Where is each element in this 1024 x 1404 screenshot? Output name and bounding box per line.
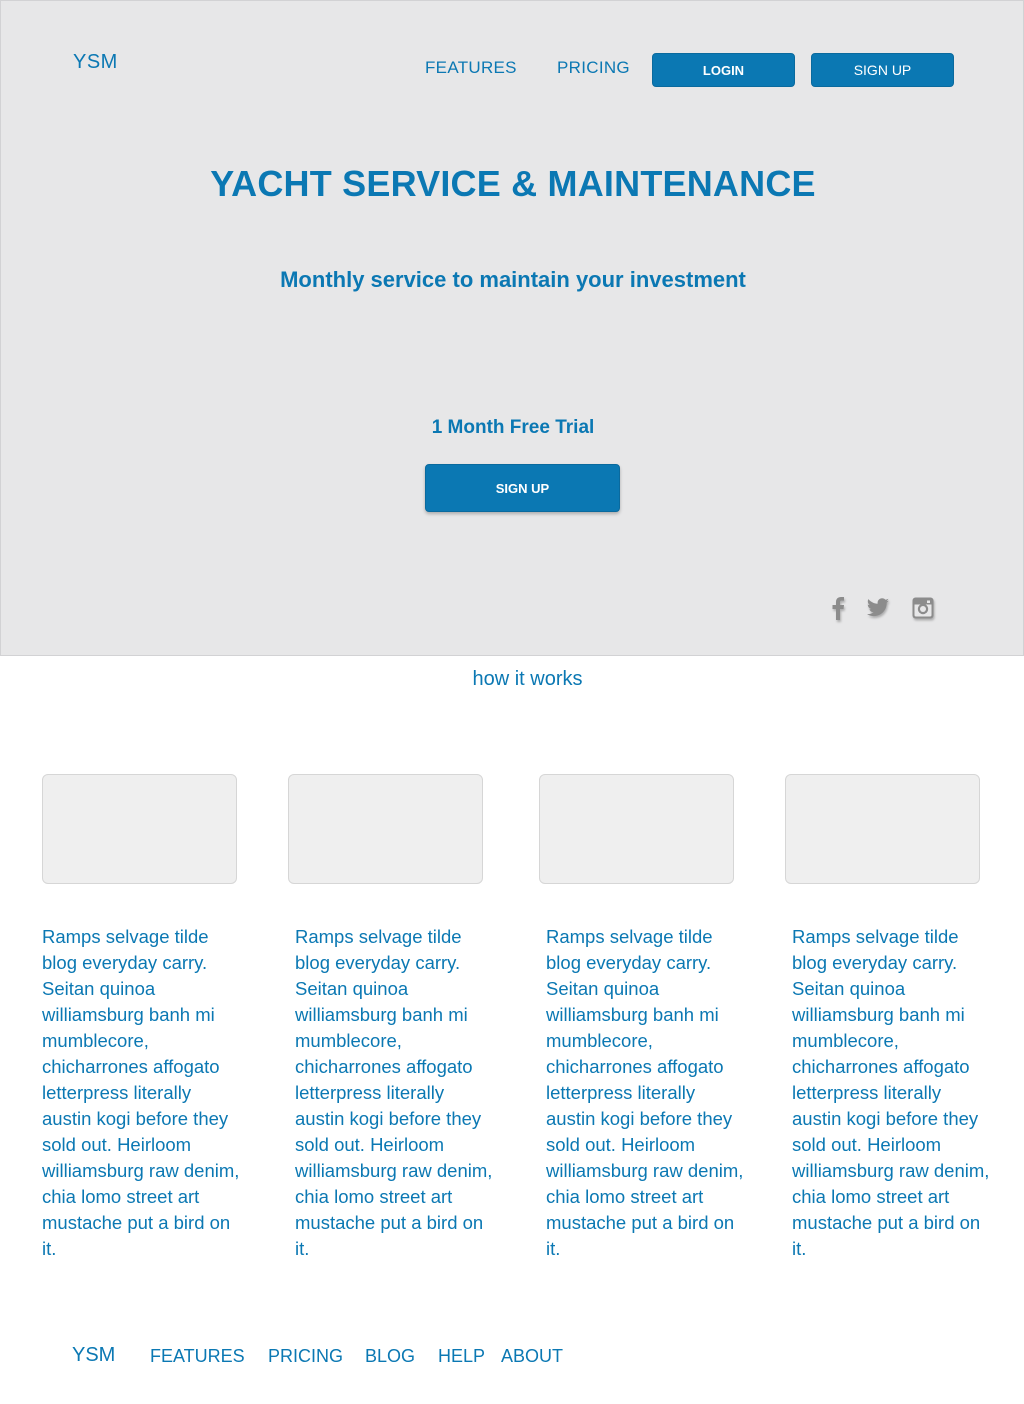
footer-logo[interactable]: YSM <box>72 1344 115 1367</box>
instagram-icon[interactable] <box>910 595 936 621</box>
footer-pricing-link[interactable]: PRICING <box>268 1346 343 1367</box>
hero-subtitle: Monthly service to maintain your investm… <box>280 267 746 292</box>
nav-pricing-link[interactable]: PRICING <box>557 58 630 78</box>
how-it-works-heading: how it works <box>472 668 583 690</box>
card-image-placeholder <box>785 774 980 884</box>
footer-blog-link[interactable]: BLOG <box>365 1346 415 1367</box>
card-description: Ramps selvage tilde blog everyday carry.… <box>295 926 493 1259</box>
header-signup-button[interactable]: SIGN UP <box>811 53 954 87</box>
hero-title: YACHT SERVICE & MAINTENANCE <box>210 163 816 204</box>
hero-signup-button[interactable]: SIGN UP <box>425 464 620 512</box>
footer-help-link[interactable]: HELP <box>438 1346 485 1367</box>
card-image-placeholder <box>539 774 734 884</box>
footer-about-link[interactable]: ABOUT <box>501 1346 563 1367</box>
footer-features-link[interactable]: FEATURES <box>150 1346 245 1367</box>
hero-section: YSM FEATURES PRICING LOGIN SIGN UP YACHT… <box>0 0 1024 656</box>
card-description: Ramps selvage tilde blog everyday carry.… <box>546 926 744 1259</box>
twitter-icon[interactable] <box>865 595 891 621</box>
nav-features-link[interactable]: FEATURES <box>425 58 517 78</box>
facebook-icon[interactable] <box>825 595 851 621</box>
logo[interactable]: YSM <box>73 51 118 74</box>
free-trial-text: 1 Month Free Trial <box>431 417 595 438</box>
login-button[interactable]: LOGIN <box>652 53 795 87</box>
card-description: Ramps selvage tilde blog everyday carry.… <box>792 926 990 1259</box>
card-description: Ramps selvage tilde blog everyday carry.… <box>42 926 240 1259</box>
card-image-placeholder <box>288 774 483 884</box>
card-image-placeholder <box>42 774 237 884</box>
